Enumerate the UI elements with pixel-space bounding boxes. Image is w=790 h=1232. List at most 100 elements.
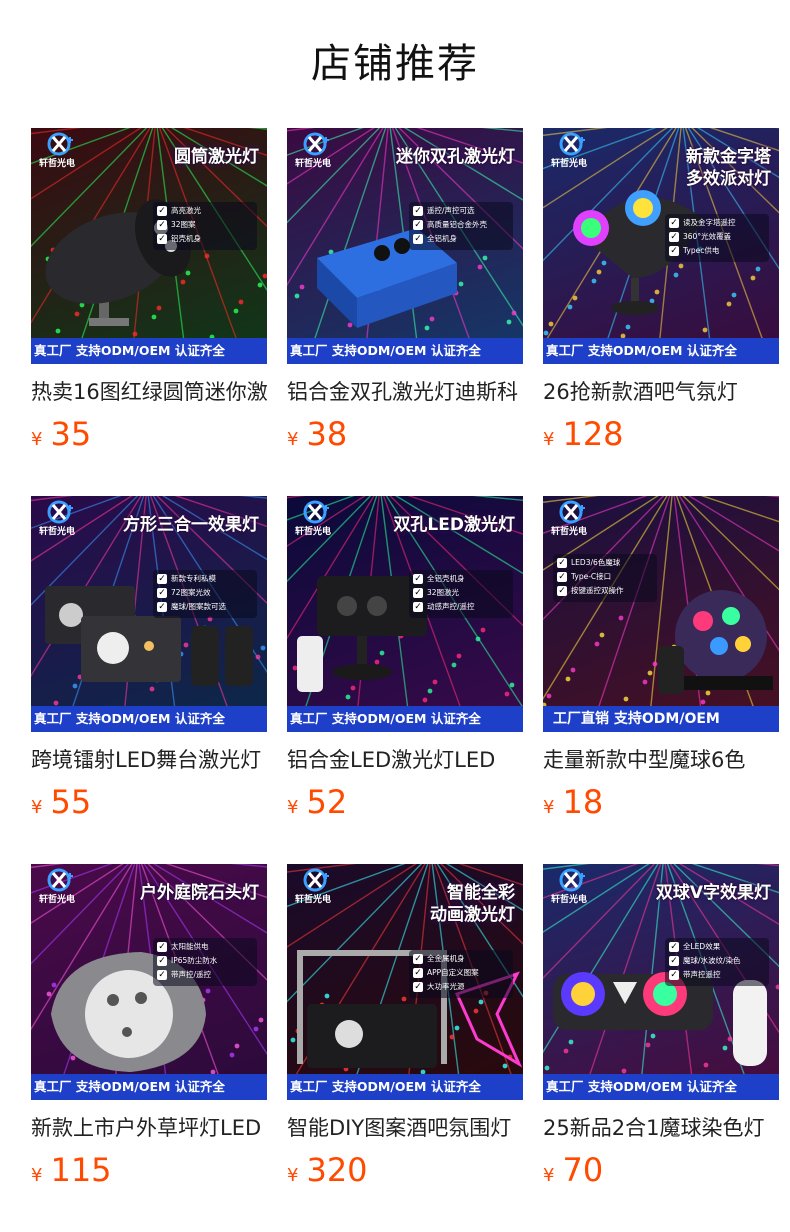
product-image[interactable]: 轩哲光电 双孔LED激光灯 ✓ 全铝壳机身 ✓ 32图激光 ✓ 动感声控/遥控真工厂 支持OD… [287, 496, 523, 732]
feature-list: ✓ 读及金字塔遥控 ✓ 360°光效覆盖 ✓ Typec供电 [665, 214, 769, 262]
image-headline: 圆筒激光灯 [174, 147, 259, 167]
product-image[interactable]: 轩哲光电 迷你双孔激光灯 ✓ 遥控/声控可选 ✓ 高质量铝合金外壳 ✓ 全铝机身 真工厂 支持O… [287, 128, 523, 364]
product-name[interactable]: 热卖16图红绿圆筒迷你激光灯 [31, 376, 267, 408]
feature-text: 动感声控/遥控 [427, 602, 475, 611]
brand-logo: 轩哲光电 [39, 500, 89, 540]
brand-logo: 轩哲光电 [295, 132, 345, 172]
price-value: 18 [562, 783, 604, 821]
product-name[interactable]: 走量新款中型魔球6色 [543, 744, 779, 776]
checkbox-icon: ✓ [413, 982, 423, 992]
checkbox-icon: ✓ [157, 942, 167, 952]
product-image[interactable]: 轩哲光电 ✓ LED3/6色魔球 ✓ Type-C接口 ✓ 按键遥控双操作 工厂直销 支持OD… [543, 496, 779, 732]
feature-item: ✓ 带声控/遥控 [157, 970, 253, 980]
checkbox-icon: ✓ [413, 954, 423, 964]
product-name[interactable]: 26抢新款酒吧气氛灯 [543, 376, 779, 408]
brand-name: 轩哲光电 [39, 159, 76, 169]
brand-logo: 轩哲光电 [39, 868, 89, 908]
feature-item: ✓ 动感声控/遥控 [413, 602, 509, 612]
brand-name: 轩哲光电 [295, 159, 332, 169]
feature-item: ✓ Type-C接口 [557, 572, 653, 582]
currency-symbol: ¥ [287, 429, 299, 450]
product-name[interactable]: 25新品2合1魔球染色灯 [543, 1112, 779, 1144]
product-image[interactable]: 轩哲光电 方形三合一效果灯 ✓ 新款专利私模 ✓ 72图案光效 ✓ 魔球/图案款可选 真工厂 支… [31, 496, 267, 732]
feature-item: ✓ APP自定义图案 [413, 968, 509, 978]
product-card[interactable]: 轩哲光电 ✓ LED3/6色魔球 ✓ Type-C接口 ✓ 按键遥控双操作 工厂直销 支持OD… [543, 496, 779, 822]
feature-item: ✓ 32图案 [157, 220, 253, 230]
feature-text: 全金属机身 [427, 954, 465, 963]
currency-symbol: ¥ [287, 797, 299, 818]
feature-list: ✓ 高亮激光 ✓ 32图案 ✓ 铝壳机身 [153, 202, 257, 250]
feature-text: 魔球/水波纹/染色 [683, 956, 741, 965]
feature-text: 32图激光 [427, 588, 460, 597]
product-image[interactable]: 轩哲光电 双球V字效果灯 ✓ 全LED效果 ✓ 魔球/水波纹/染色 ✓ 带声控遥控 真工厂 支持… [543, 864, 779, 1100]
product-card[interactable]: 轩哲光电 迷你双孔激光灯 ✓ 遥控/声控可选 ✓ 高质量铝合金外壳 ✓ 全铝机身 真工厂 支持O… [287, 128, 523, 454]
feature-item: ✓ 遥控/声控可选 [413, 206, 509, 216]
image-headline: 双球V字效果灯 [655, 883, 771, 903]
brand-mark-icon [559, 868, 585, 892]
product-image[interactable]: 轩哲光电 新款金字塔 多效派对灯 ✓ 读及金字塔遥控 ✓ 360°光效覆盖 ✓ Typec供电… [543, 128, 779, 364]
brand-logo: 轩哲光电 [551, 868, 601, 908]
checkbox-icon: ✓ [157, 956, 167, 966]
brand-mark-icon [303, 500, 329, 524]
checkbox-icon: ✓ [157, 602, 167, 612]
product-name[interactable]: 新款上市户外草坪灯LED [31, 1112, 267, 1144]
feature-text: 32图案 [171, 220, 196, 229]
currency-symbol: ¥ [543, 797, 555, 818]
checkbox-icon: ✓ [669, 246, 679, 256]
price-row: ¥55 [31, 782, 267, 822]
checkbox-icon: ✓ [413, 220, 423, 230]
brand-name: 轩哲光电 [39, 527, 76, 537]
product-image[interactable]: 轩哲光电 户外庭院石头灯 ✓ 太阳能供电 ✓ IP65防尘防水 ✓ 带声控/遥控 真工厂 支持O… [31, 864, 267, 1100]
brand-logo: 轩哲光电 [295, 500, 345, 540]
price-value: 128 [562, 415, 624, 453]
image-headline: 智能全彩 动画激光灯 [430, 883, 515, 925]
product-card[interactable]: 轩哲光电 方形三合一效果灯 ✓ 新款专利私模 ✓ 72图案光效 ✓ 魔球/图案款可选 真工厂 支… [31, 496, 267, 822]
feature-text: 读及金字塔遥控 [683, 218, 736, 227]
price-value: 70 [562, 1151, 604, 1189]
image-headline: 迷你双孔激光灯 [396, 147, 515, 167]
brand-mark-icon [47, 132, 73, 156]
product-image[interactable]: 轩哲光电 圆筒激光灯 ✓ 高亮激光 ✓ 32图案 ✓ 铝壳机身 真工厂 支持ODM/OEM 认证… [31, 128, 267, 364]
feature-text: APP自定义图案 [427, 968, 479, 977]
price-value: 55 [50, 783, 92, 821]
feature-text: 铝壳机身 [171, 234, 201, 243]
price-row: ¥35 [31, 414, 267, 454]
brand-mark-icon [47, 500, 73, 524]
brand-mark-icon [559, 500, 585, 524]
oem-banner: 工厂直销 支持ODM/OEM [543, 706, 779, 732]
checkbox-icon: ✓ [413, 234, 423, 244]
checkbox-icon: ✓ [413, 602, 423, 612]
product-card[interactable]: 轩哲光电 圆筒激光灯 ✓ 高亮激光 ✓ 32图案 ✓ 铝壳机身 真工厂 支持ODM/OEM 认证… [31, 128, 267, 454]
product-card[interactable]: 轩哲光电 双球V字效果灯 ✓ 全LED效果 ✓ 魔球/水波纹/染色 ✓ 带声控遥控 真工厂 支持… [543, 864, 779, 1190]
checkbox-icon: ✓ [157, 588, 167, 598]
product-name[interactable]: 铝合金LED激光灯LED [287, 744, 523, 776]
price-row: ¥38 [287, 414, 523, 454]
product-card[interactable]: 轩哲光电 户外庭院石头灯 ✓ 太阳能供电 ✓ IP65防尘防水 ✓ 带声控/遥控 真工厂 支持O… [31, 864, 267, 1190]
product-name[interactable]: 智能DIY图案酒吧氛围灯 [287, 1112, 523, 1144]
feature-text: 高亮激光 [171, 206, 201, 215]
currency-symbol: ¥ [287, 1165, 299, 1186]
product-image[interactable]: 轩哲光电 智能全彩 动画激光灯 ✓ 全金属机身 ✓ APP自定义图案 ✓ 大功率光源 真工厂 支… [287, 864, 523, 1100]
brand-logo: 轩哲光电 [551, 132, 601, 172]
image-headline: 双孔LED激光灯 [393, 515, 515, 535]
product-card[interactable]: 轩哲光电 双孔LED激光灯 ✓ 全铝壳机身 ✓ 32图激光 ✓ 动感声控/遥控真工厂 支持OD… [287, 496, 523, 822]
brand-name: 轩哲光电 [295, 527, 332, 537]
feature-item: ✓ Typec供电 [669, 246, 765, 256]
oem-banner: 真工厂 支持ODM/OEM 认证齐全 [543, 338, 779, 364]
feature-text: 遥控/声控可选 [427, 206, 475, 215]
product-name[interactable]: 铝合金双孔激光灯迪斯科 [287, 376, 523, 408]
product-card[interactable]: 轩哲光电 智能全彩 动画激光灯 ✓ 全金属机身 ✓ APP自定义图案 ✓ 大功率光源 真工厂 支… [287, 864, 523, 1190]
feature-item: ✓ 全铝壳机身 [413, 574, 509, 584]
product-card[interactable]: 轩哲光电 新款金字塔 多效派对灯 ✓ 读及金字塔遥控 ✓ 360°光效覆盖 ✓ Typec供电… [543, 128, 779, 454]
product-name[interactable]: 跨境镭射LED舞台激光灯 [31, 744, 267, 776]
brand-name: 轩哲光电 [551, 527, 588, 537]
checkbox-icon: ✓ [413, 968, 423, 978]
feature-item: ✓ 360°光效覆盖 [669, 232, 765, 242]
currency-symbol: ¥ [31, 1165, 43, 1186]
checkbox-icon: ✓ [557, 558, 567, 568]
oem-banner: 真工厂 支持ODM/OEM 认证齐全 [287, 1074, 523, 1100]
feature-item: ✓ 读及金字塔遥控 [669, 218, 765, 228]
price-row: ¥18 [543, 782, 779, 822]
oem-banner: 真工厂 支持ODM/OEM 认证齐全 [287, 706, 523, 732]
feature-text: 按键遥控双操作 [571, 586, 624, 595]
